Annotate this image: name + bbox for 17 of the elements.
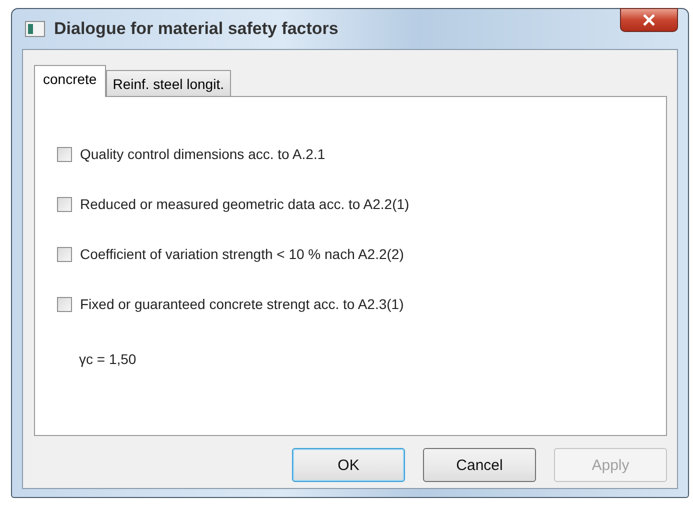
checkbox-label: Coefficient of variation strength < 10 % nach A2.2(2) — [80, 246, 404, 262]
app-icon — [25, 21, 45, 37]
checkbox[interactable] — [57, 146, 72, 162]
checkbox[interactable] — [57, 196, 72, 212]
tab[interactable]: concrete — [34, 65, 106, 97]
dialog-button[interactable]: Cancel — [423, 448, 536, 482]
checkbox-label: Fixed or guaranteed concrete strengt acc. to A2.3(1) — [80, 296, 404, 312]
checkbox-label: Quality control dimensions acc. to A.2.1 — [80, 146, 326, 162]
checkbox-label: Reduced or measured geometric data acc. to A2.2(1) — [80, 196, 410, 212]
window-title: Dialogue for material safety factors — [54, 19, 338, 39]
close-icon — [642, 14, 656, 26]
tab[interactable]: Reinf. steel longit. — [106, 70, 231, 96]
safety-factor-value: γc = 1,50 — [79, 351, 138, 367]
checkbox[interactable] — [57, 246, 72, 262]
dialog-button[interactable]: OK — [292, 448, 405, 482]
checkbox[interactable] — [57, 296, 72, 312]
close-button[interactable] — [620, 8, 678, 32]
